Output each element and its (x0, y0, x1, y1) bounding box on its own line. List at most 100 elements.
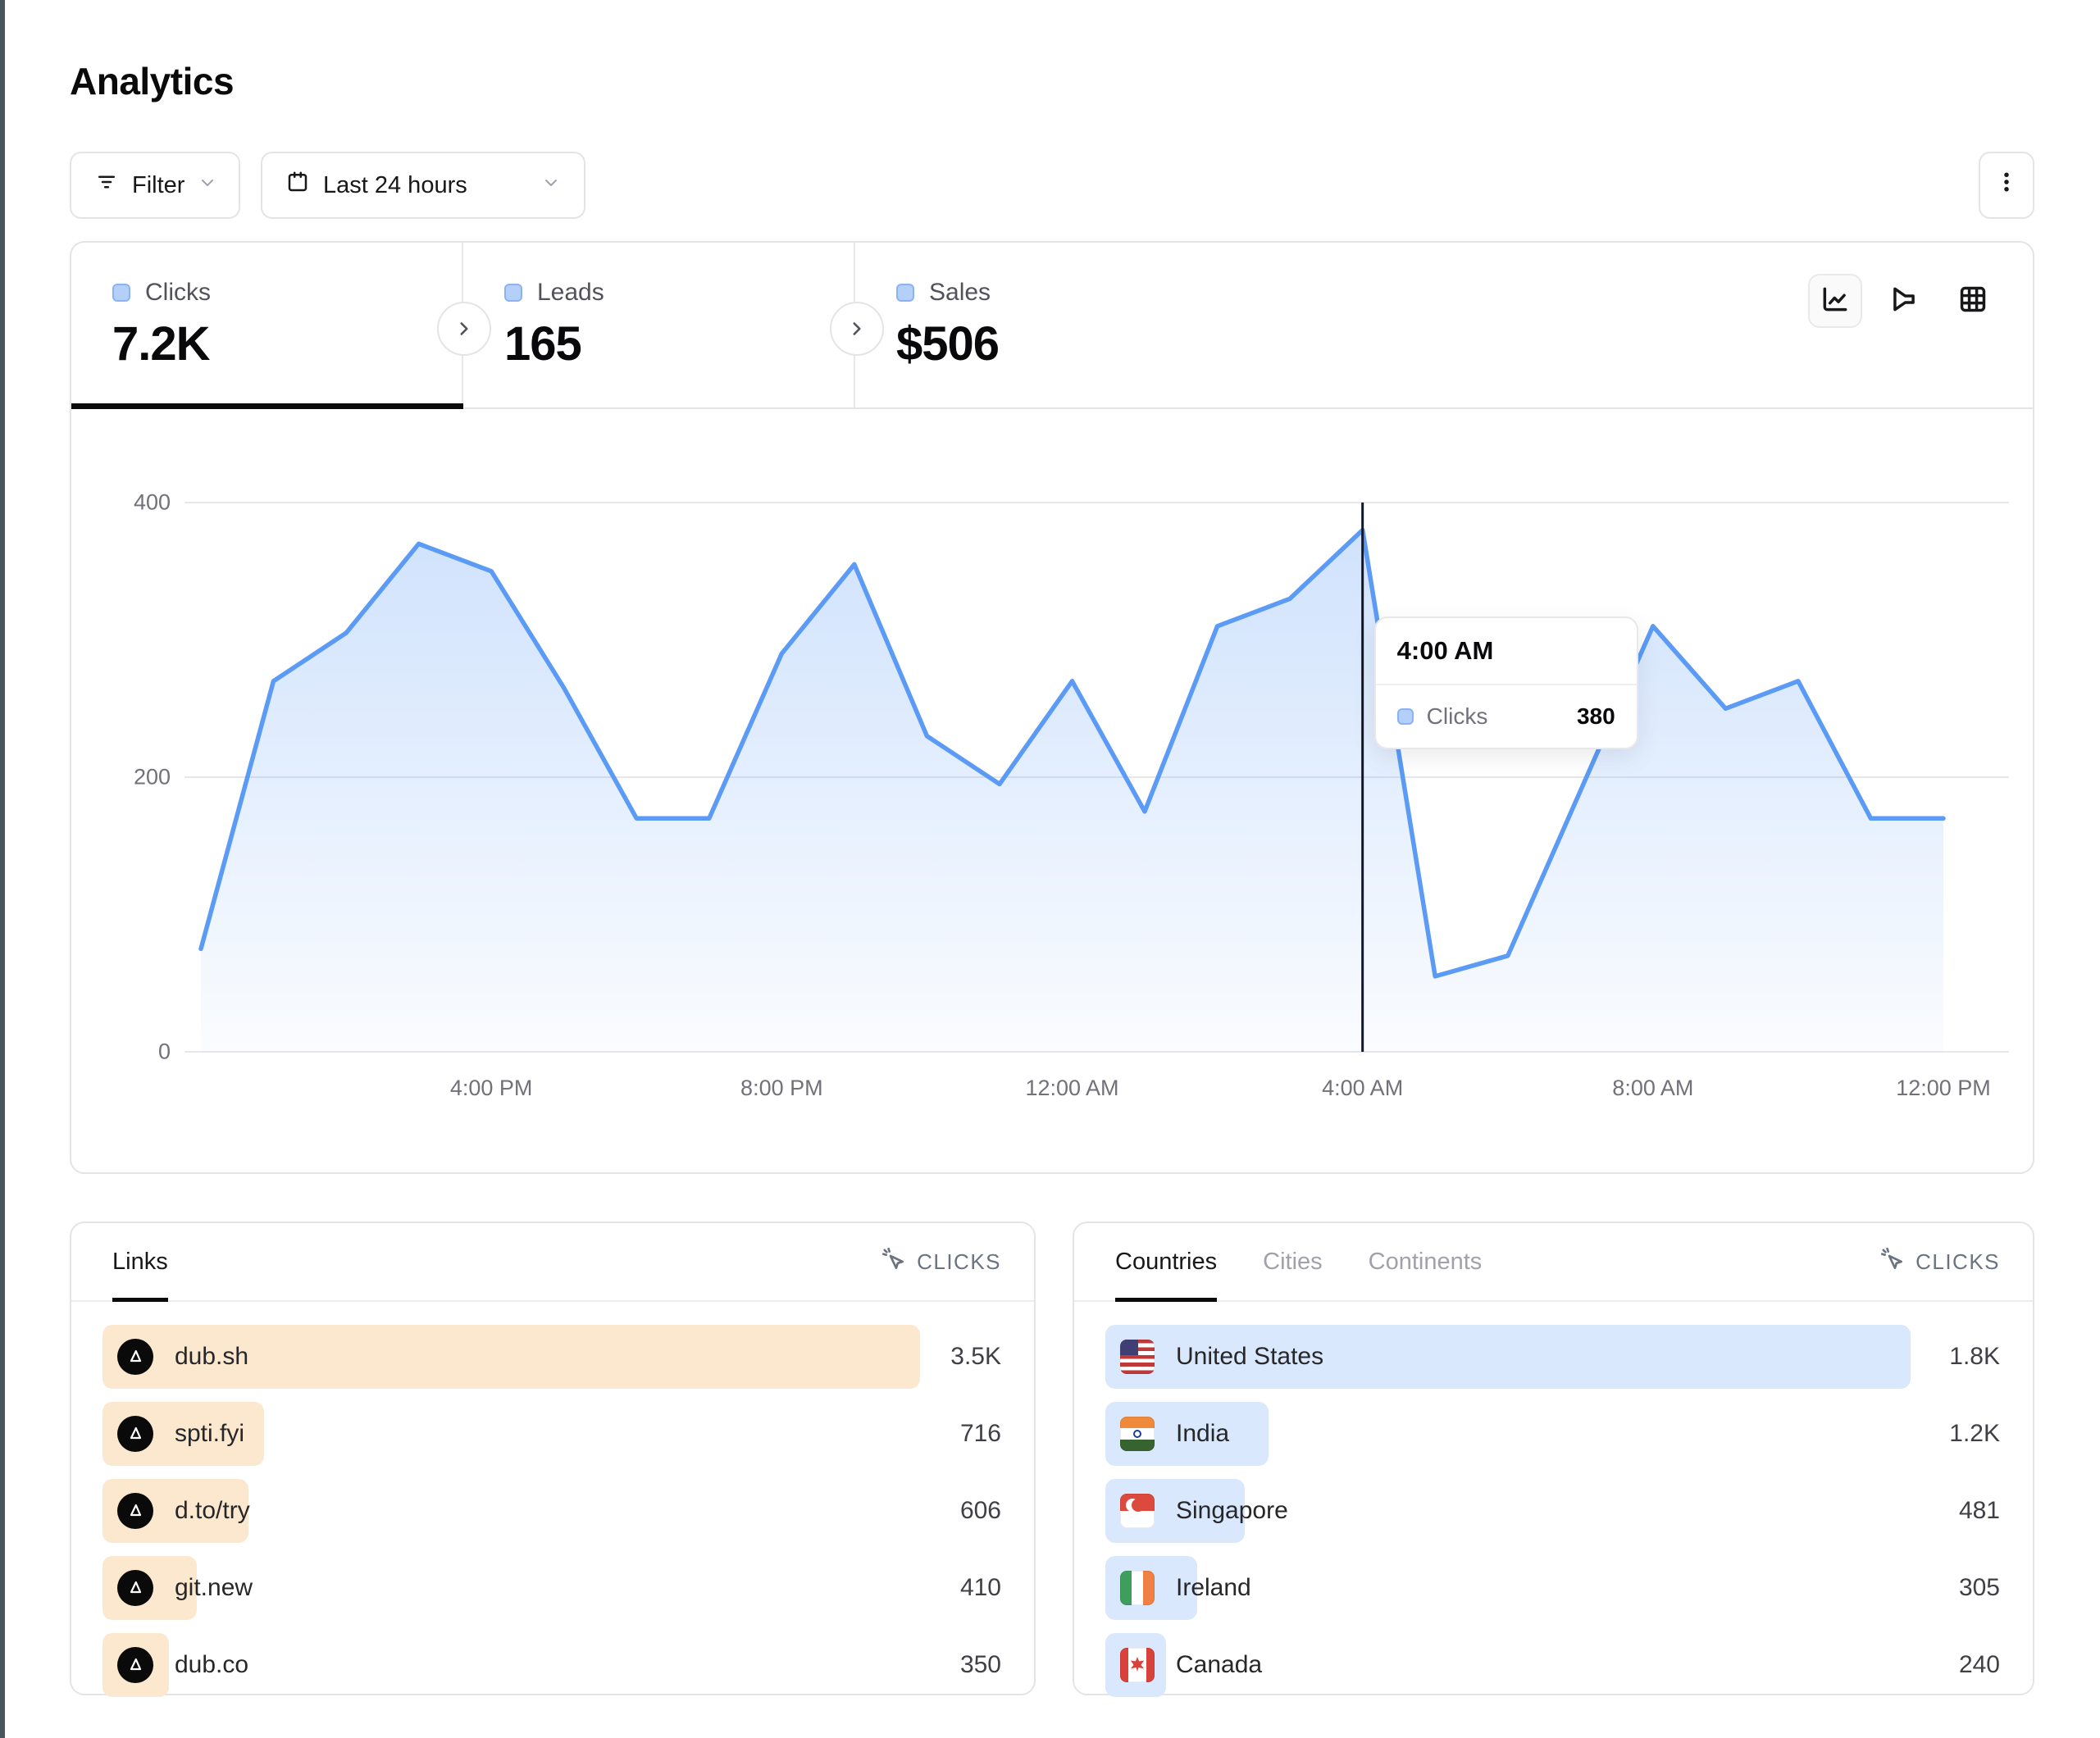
stat-tab-leads[interactable]: Leads 165 (463, 243, 855, 407)
cursor-click-icon (881, 1246, 907, 1278)
flag-us-icon (1120, 1340, 1155, 1374)
stat-next-chevron-button[interactable] (830, 302, 884, 356)
analytics-card: Clicks 7.2K Leads 165 Sales $506 (70, 241, 2034, 1174)
stat-label: Clicks (145, 279, 211, 307)
tab-countries[interactable]: Countries (1115, 1223, 1217, 1300)
row-value: 1.2K (1949, 1420, 2000, 1448)
row-value: 1.8K (1949, 1343, 2000, 1371)
stat-tab-clicks[interactable]: Clicks 7.2K (71, 243, 463, 407)
clicks-legend-chip (112, 284, 130, 302)
row-label: git.new (175, 1574, 253, 1602)
dub-logo-icon (117, 1570, 153, 1606)
tab-links[interactable]: Links (112, 1223, 168, 1300)
x-axis-tick: 12:00 PM (1896, 1076, 1991, 1101)
tab-cities[interactable]: Cities (1263, 1223, 1323, 1300)
stat-value: 165 (504, 316, 854, 371)
row-value: 716 (960, 1420, 1001, 1448)
list-item-canada[interactable]: Canada240 (1105, 1633, 2000, 1697)
row-label: dub.sh (175, 1343, 248, 1371)
tab-continents[interactable]: Continents (1369, 1223, 1483, 1300)
links-list: dub.sh 3.5K spti.fyi 716 d.to/try606 git.new 4… (71, 1302, 1034, 1697)
stat-label: Sales (929, 279, 991, 307)
chevron-down-icon (541, 172, 561, 199)
list-item-spti-fyi[interactable]: spti.fyi 716 (102, 1402, 1001, 1466)
tab-links-label: Links (112, 1249, 168, 1276)
list-item-dub-co[interactable]: dub.co 350 (102, 1633, 1001, 1697)
line-chart-icon (1820, 284, 1851, 319)
stat-value: 7.2K (112, 316, 462, 371)
chart-tooltip: 4:00 AM Clicks 380 (1374, 616, 1638, 749)
kebab-menu-icon (1994, 170, 2019, 201)
filter-button-label: Filter (132, 172, 184, 199)
y-axis-tick-400: 400 (97, 490, 171, 516)
countries-tabs: Countries Cities Continents (1115, 1223, 1482, 1300)
countries-metric-selector[interactable]: CLICKS (1879, 1246, 2000, 1278)
more-options-button[interactable] (1979, 152, 2034, 219)
list-item-singapore[interactable]: Singapore 481 (1105, 1479, 2000, 1543)
flag-in-icon (1120, 1417, 1155, 1451)
x-axis-tick: 8:00 AM (1612, 1076, 1693, 1101)
row-label: Singapore (1176, 1497, 1288, 1525)
x-axis-tick: 4:00 AM (1322, 1076, 1403, 1101)
grid-table-icon (1957, 284, 1988, 319)
links-panel: Links CLICKS dub.sh 3.5K spti.fyi 716 d.to/t… (70, 1222, 1036, 1695)
tooltip-time: 4:00 AM (1376, 618, 1637, 685)
stat-next-chevron-button[interactable] (437, 302, 491, 356)
stat-tab-sales[interactable]: Sales $506 (855, 243, 1247, 407)
x-axis-tick: 8:00 PM (740, 1076, 823, 1101)
chart-type-switcher (1808, 274, 2000, 328)
row-value: 410 (960, 1574, 1001, 1602)
list-item-dub-sh[interactable]: dub.sh 3.5K (102, 1325, 1001, 1389)
row-label: India (1176, 1420, 1229, 1448)
links-metric-label: CLICKS (917, 1249, 1001, 1275)
countries-list: United States1.8K India 1.2K Singapore 481 Ir… (1074, 1302, 2033, 1697)
dub-logo-icon (117, 1493, 153, 1529)
list-item-united-states[interactable]: United States1.8K (1105, 1325, 2000, 1389)
links-metric-selector[interactable]: CLICKS (881, 1246, 1001, 1278)
x-axis-tick: 4:00 PM (450, 1076, 533, 1101)
tab-label: Cities (1263, 1249, 1323, 1276)
row-value: 481 (1959, 1497, 2000, 1525)
flag-ie-icon (1120, 1571, 1155, 1605)
tab-label: Countries (1115, 1249, 1217, 1276)
list-item-india[interactable]: India 1.2K (1105, 1402, 2000, 1466)
calendar-icon (285, 170, 310, 201)
cursor-click-icon (1879, 1246, 1906, 1278)
active-tab-underline (71, 403, 463, 409)
row-label: spti.fyi (175, 1420, 244, 1448)
funnel-view-button[interactable] (1877, 274, 1931, 328)
row-value: 3.5K (950, 1343, 1001, 1371)
row-label: Ireland (1176, 1574, 1251, 1602)
row-value: 606 (960, 1497, 1001, 1525)
clicks-legend-chip (1397, 708, 1414, 725)
date-range-button[interactable]: Last 24 hours (261, 152, 585, 219)
row-label: dub.co (175, 1651, 248, 1679)
dub-logo-icon (117, 1647, 153, 1683)
table-view-button[interactable] (1946, 274, 2000, 328)
y-axis-tick-0: 0 (97, 1040, 171, 1065)
filter-button[interactable]: Filter (70, 152, 240, 219)
row-label: Canada (1176, 1651, 1262, 1679)
filter-icon (94, 170, 119, 201)
countries-panel: Countries Cities Continents CLICKS United … (1073, 1222, 2034, 1695)
analytics-page: Analytics Filter Last 24 hours (0, 0, 2100, 1738)
dub-logo-icon (117, 1339, 153, 1375)
x-axis-tick: 12:00 AM (1025, 1076, 1118, 1101)
row-value: 350 (960, 1651, 1001, 1679)
leads-legend-chip (504, 284, 522, 302)
countries-metric-label: CLICKS (1916, 1249, 2000, 1275)
edge-strip (0, 0, 5, 1738)
line-chart-view-button[interactable] (1808, 274, 1862, 328)
stat-label: Leads (537, 279, 604, 307)
chevron-down-icon (198, 172, 217, 199)
dub-logo-icon (117, 1416, 153, 1452)
list-item-git-new[interactable]: git.new 410 (102, 1556, 1001, 1620)
page-title: Analytics (70, 59, 234, 103)
list-item-d-to-try[interactable]: d.to/try606 (102, 1479, 1001, 1543)
row-value: 305 (1959, 1574, 2000, 1602)
list-item-ireland[interactable]: Ireland 305 (1105, 1556, 2000, 1620)
y-axis-tick-200: 200 (97, 765, 171, 790)
tab-label: Continents (1369, 1249, 1483, 1276)
stat-value: $506 (896, 316, 1247, 371)
date-range-label: Last 24 hours (323, 172, 467, 199)
